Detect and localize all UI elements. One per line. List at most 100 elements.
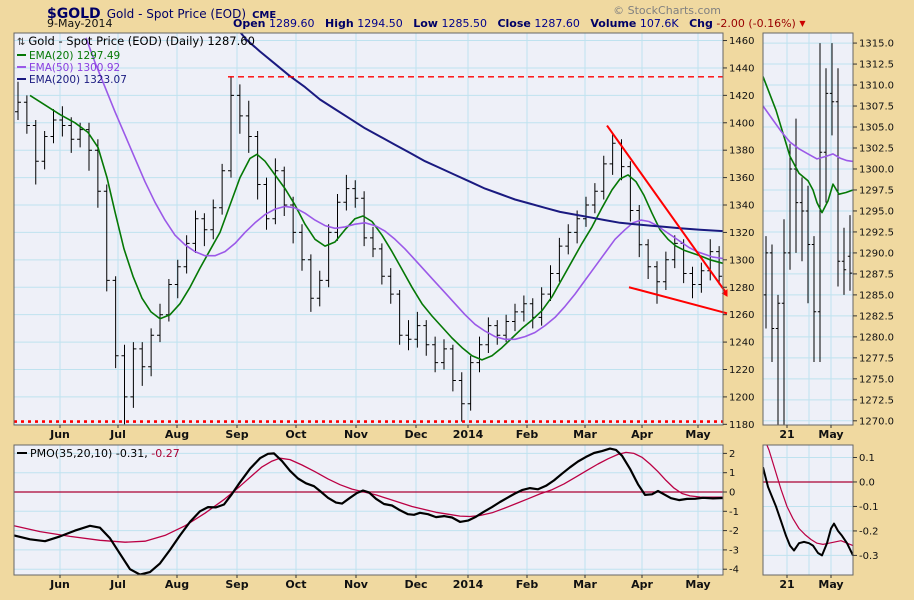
ema50-legend-label: EMA(50) 1300.92 — [29, 62, 121, 74]
pmo-legend-label: PMO(35,20,10) -0.31, — [30, 447, 148, 460]
svg-text:1440: 1440 — [729, 63, 754, 74]
svg-text:1310.0: 1310.0 — [859, 81, 894, 92]
svg-text:1282.5: 1282.5 — [859, 311, 894, 322]
svg-text:-4: -4 — [729, 565, 739, 576]
svg-text:1270.0: 1270.0 — [859, 416, 894, 427]
svg-text:-1: -1 — [729, 507, 739, 518]
svg-text:1: 1 — [729, 468, 735, 479]
svg-text:Feb: Feb — [516, 428, 539, 441]
pmo-swatch-icon — [17, 451, 27, 454]
price_zoom-pane: 1315.0 1312.5 1310.0 1307.5 1305.0 1302.5 1300… — [762, 32, 894, 441]
svg-text:May: May — [818, 428, 843, 441]
svg-text:1460: 1460 — [729, 36, 754, 47]
svg-text:Feb: Feb — [516, 578, 539, 591]
svg-text:1220: 1220 — [729, 365, 754, 376]
stockcharts-gold-chart: { "header": { "symbol": "$GOLD", "title"… — [0, 0, 914, 600]
svg-text:2: 2 — [729, 449, 735, 460]
svg-text:0.0: 0.0 — [859, 477, 875, 488]
svg-text:Jul: Jul — [109, 428, 126, 441]
svg-text:Dec: Dec — [404, 578, 427, 591]
svg-text:1260: 1260 — [729, 310, 754, 321]
gold-chart-canvas: 1460 1440 1420 1400 1380 1360 1340 1320 1300 1280… — [13, 32, 894, 591]
close-value: 1287.60 — [534, 17, 580, 30]
svg-text:1297.5: 1297.5 — [859, 185, 894, 196]
svg-text:0.1: 0.1 — [859, 453, 875, 464]
svg-text:May: May — [685, 428, 710, 441]
price-legend-title: Gold - Spot Price (EOD) (Daily) 1287.60 — [28, 34, 255, 48]
svg-text:21: 21 — [779, 428, 794, 441]
svg-text:1315.0: 1315.0 — [859, 39, 894, 50]
chg-label: Chg — [689, 17, 713, 30]
svg-text:21: 21 — [779, 578, 794, 591]
svg-text:1300: 1300 — [729, 255, 754, 266]
pmo-legend: PMO(35,20,10) -0.31, -0.27 — [17, 447, 180, 460]
bar-style-icon: ⇅ — [17, 37, 26, 48]
svg-text:1360: 1360 — [729, 173, 754, 184]
svg-text:Jun: Jun — [49, 578, 70, 591]
svg-text:1287.5: 1287.5 — [859, 269, 894, 280]
ema200-swatch-icon — [17, 78, 26, 80]
open-label: Open — [233, 17, 266, 30]
svg-text:Mar: Mar — [573, 428, 597, 441]
svg-text:Dec: Dec — [404, 428, 427, 441]
svg-text:1292.5: 1292.5 — [859, 227, 894, 238]
chart-date: 9-May-2014 — [47, 17, 113, 30]
svg-text:-3: -3 — [729, 545, 739, 556]
svg-text:-0.1: -0.1 — [859, 502, 879, 513]
svg-text:1200: 1200 — [729, 392, 754, 403]
svg-text:1320: 1320 — [729, 228, 754, 239]
high-label: High — [325, 17, 354, 30]
svg-text:Nov: Nov — [344, 578, 369, 591]
copyright-link[interactable]: © StockCharts.com — [613, 4, 721, 17]
svg-text:1300.0: 1300.0 — [859, 164, 894, 175]
svg-text:1307.5: 1307.5 — [859, 102, 894, 113]
svg-text:Mar: Mar — [573, 578, 597, 591]
svg-text:-0.3: -0.3 — [859, 551, 879, 562]
svg-text:1305.0: 1305.0 — [859, 123, 894, 134]
svg-text:1340: 1340 — [729, 201, 754, 212]
svg-text:1380: 1380 — [729, 146, 754, 157]
svg-text:1280.0: 1280.0 — [859, 332, 894, 343]
svg-text:-2: -2 — [729, 526, 739, 537]
svg-text:1280: 1280 — [729, 283, 754, 294]
svg-text:1180: 1180 — [729, 420, 754, 431]
svg-text:1302.5: 1302.5 — [859, 143, 894, 154]
svg-text:Nov: Nov — [344, 428, 369, 441]
ema20-legend-label: EMA(20) 1297.49 — [29, 50, 121, 62]
pmo-pane: 2 1 0 -1 -2 -3 -4 Jun Jul Aug Sep Oct Nov Dec 2014 Feb M… — [13, 444, 739, 591]
chg-value: -2.00 (-0.16%) — [716, 17, 796, 30]
svg-text:1400: 1400 — [729, 118, 754, 129]
svg-text:Oct: Oct — [285, 428, 306, 441]
svg-text:1275.0: 1275.0 — [859, 374, 894, 385]
low-value: 1285.50 — [441, 17, 487, 30]
svg-text:1240: 1240 — [729, 338, 754, 349]
ema50-swatch-icon — [17, 66, 26, 68]
ema200-legend: EMA(200) 1323.07 — [17, 74, 255, 86]
svg-text:1295.0: 1295.0 — [859, 206, 894, 217]
high-value: 1294.50 — [357, 17, 403, 30]
quote-bar: Open 1289.60 High 1294.50 Low 1285.50 Cl… — [233, 17, 806, 30]
pmo_zoom-pane: 0.1 0.0 -0.1 -0.2 -0.3 21 May — [762, 444, 879, 591]
open-value: 1289.60 — [269, 17, 315, 30]
svg-text:Sep: Sep — [225, 428, 248, 441]
ema50-legend: EMA(50) 1300.92 — [17, 62, 255, 74]
low-label: Low — [413, 17, 438, 30]
svg-text:Aug: Aug — [165, 578, 189, 591]
price-legend: ⇅ Gold - Spot Price (EOD) (Daily) 1287.60… — [17, 35, 255, 86]
ema200-legend-label: EMA(200) 1323.07 — [29, 74, 127, 86]
svg-text:Jul: Jul — [109, 578, 126, 591]
volume-label: Volume — [590, 17, 637, 30]
svg-text:May: May — [685, 578, 710, 591]
svg-text:Sep: Sep — [225, 578, 248, 591]
svg-text:2014: 2014 — [453, 428, 484, 441]
close-label: Close — [497, 17, 531, 30]
svg-text:1290.0: 1290.0 — [859, 248, 894, 259]
volume-value: 107.6K — [639, 17, 679, 30]
ema20-legend: EMA(20) 1297.49 — [17, 50, 255, 62]
price-legend-title-row: ⇅ Gold - Spot Price (EOD) (Daily) 1287.60 — [17, 35, 255, 49]
svg-text:Apr: Apr — [631, 578, 653, 591]
svg-text:1420: 1420 — [729, 91, 754, 102]
svg-text:1285.0: 1285.0 — [859, 290, 894, 301]
price-pane: 1460 1440 1420 1400 1380 1360 1340 1320 1300 1280… — [13, 32, 754, 441]
svg-text:Apr: Apr — [631, 428, 653, 441]
